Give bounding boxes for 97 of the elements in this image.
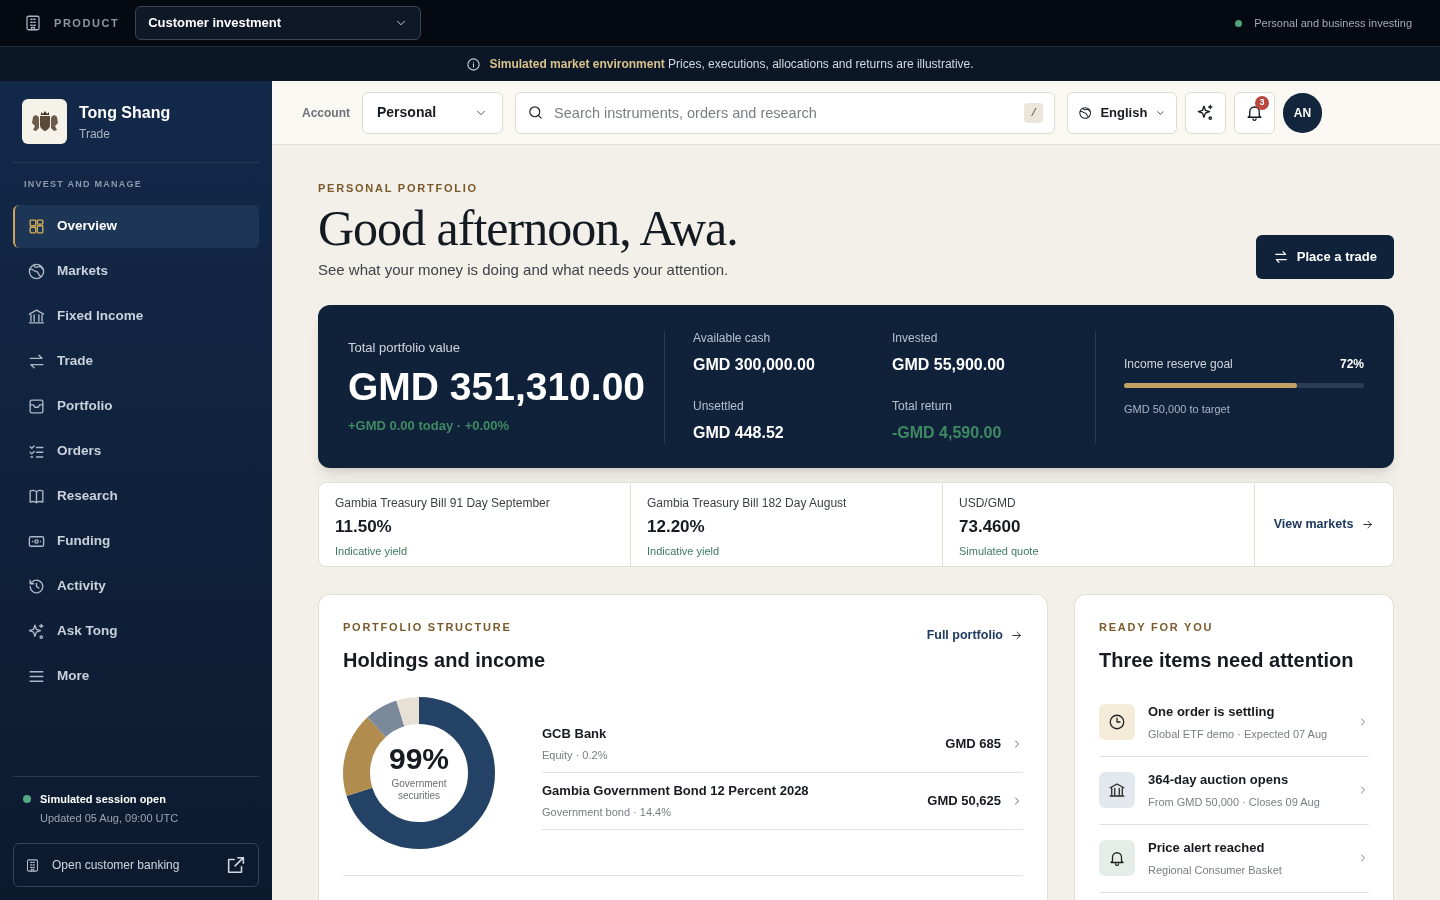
quote-value: 73.4600	[959, 516, 1022, 538]
sidebar-item[interactable]: Ask Tong	[13, 609, 259, 653]
greeting-title: Good afternoon, Awa.	[318, 198, 738, 257]
holding-name: GCB Bank	[542, 724, 608, 743]
stat-value: GMD 448.52	[693, 422, 785, 443]
sidebar-item[interactable]: Orders	[13, 429, 259, 473]
grid-icon	[27, 216, 46, 236]
sidebar-item[interactable]: More	[13, 654, 259, 698]
sidebar-item[interactable]: Portfolio	[13, 384, 259, 428]
globe-icon	[27, 261, 46, 281]
holding-detail: Government bond · 14.4%	[542, 805, 673, 820]
arrows-icon	[1272, 249, 1289, 265]
attention-title: 364-day auction opens	[1148, 771, 1290, 789]
search-icon	[527, 103, 545, 121]
total-label: Total portfolio value	[348, 339, 461, 357]
attention-title: One order is settling	[1148, 703, 1276, 721]
attention-detail: From GMD 50,000 · Closes 09 Aug	[1148, 794, 1321, 810]
holding-detail: Equity · 0.2%	[542, 748, 609, 763]
attention-title: Price alert reached	[1148, 839, 1266, 857]
bell-icon	[1108, 849, 1126, 867]
attention-item[interactable]: One order is settling Global ETF demo · Expected 07 Aug	[1099, 688, 1369, 757]
card-title: Holdings and income	[343, 647, 546, 673]
customer-banking-link[interactable]: Open customer banking	[13, 843, 259, 887]
quote-name: Gambia Treasury Bill 182 Day August	[647, 495, 848, 512]
card-title: Three items need attention	[1099, 647, 1355, 673]
stat-value: -GMD 4,590.00	[892, 422, 1003, 443]
assistant-button[interactable]	[1185, 91, 1227, 134]
history-icon	[27, 576, 46, 596]
session-updated: Updated 05 Aug, 09:00 UTC	[40, 810, 179, 826]
globe-icon	[1078, 104, 1093, 121]
brand-name: Tong Shang	[79, 102, 171, 123]
quote-name: USD/GMD	[959, 495, 1017, 512]
banner-text: Simulated market environment Prices, executions, allocations and returns are illustrative.	[489, 56, 974, 73]
quote-note: Indicative yield	[647, 543, 721, 559]
holding-row[interactable]: GCB Bank Equity · 0.2% GMD 685	[542, 715, 1023, 773]
bank-icon	[1108, 781, 1126, 799]
account-select[interactable]: Personal	[362, 91, 504, 134]
today-change: +GMD 0.00 today · +0.00%	[348, 416, 511, 435]
place-trade-button[interactable]: Place a trade	[1255, 235, 1394, 279]
sparkle-icon	[27, 621, 46, 641]
sidebar-item[interactable]: Research	[13, 474, 259, 518]
holding-row[interactable]: Gambia Government Bond 12 Percent 2028 Government bond · 14.4% GMD 50,625	[542, 772, 1023, 830]
product-label: PRODUCT	[54, 15, 120, 31]
attention-item[interactable]: Price alert reached Regional Consumer Basket	[1099, 824, 1369, 893]
section-label: INVEST AND MANAGE	[23, 178, 144, 191]
external-link-icon	[225, 854, 247, 876]
goal-percent: 72%	[1339, 356, 1364, 374]
total-value: GMD 351,310.00	[348, 363, 646, 410]
eyebrow: PERSONAL PORTFOLIO	[318, 181, 479, 196]
quote-value: 11.50%	[335, 516, 393, 538]
arrow-right-icon	[1361, 518, 1375, 531]
stat-label: Available cash	[693, 329, 772, 347]
info-icon	[466, 56, 482, 72]
holding-value: GMD 685	[945, 734, 1001, 753]
full-portfolio-link[interactable]: Full portfolio	[926, 627, 1023, 643]
sidebar-item[interactable]: Funding	[13, 519, 259, 563]
quote-value: 12.20%	[647, 516, 706, 538]
attention-item[interactable]: 364-day auction opens From GMD 50,000 · Closes 09 Aug	[1099, 756, 1369, 825]
sidebar-item[interactable]: Overview	[13, 204, 259, 248]
building-icon	[25, 857, 40, 873]
tray-icon	[27, 396, 46, 416]
language-select[interactable]: English	[1067, 91, 1178, 134]
quote-note: Simulated quote	[959, 543, 1040, 559]
stat-value: GMD 55,900.00	[892, 354, 1006, 375]
avatar[interactable]: AN	[1283, 92, 1322, 133]
notification-badge: 3	[1255, 95, 1269, 110]
view-markets-link[interactable]: View markets	[1255, 483, 1393, 566]
stat-value: GMD 300,000.00	[693, 354, 816, 375]
quote-note: Indicative yield	[335, 543, 409, 559]
goal-label: Income reserve goal	[1124, 356, 1233, 374]
session-title: Simulated session open	[40, 792, 167, 807]
attention-detail: Regional Consumer Basket	[1148, 862, 1283, 878]
donut-label: Government securities	[390, 778, 448, 802]
holding-name: Gambia Government Bond 12 Percent 2028	[542, 781, 810, 800]
card-eyebrow: READY FOR YOU	[1099, 620, 1215, 635]
quote-name: Gambia Treasury Bill 91 Day September	[335, 495, 551, 512]
sidebar-item[interactable]: Activity	[13, 564, 259, 608]
building-icon	[24, 14, 42, 32]
goal-note: GMD 50,000 to target	[1124, 402, 1231, 418]
account-label: Account	[302, 104, 350, 122]
donut-value: 99%	[388, 743, 449, 775]
stat-label: Invested	[892, 329, 939, 347]
sidebar-item[interactable]: Trade	[13, 339, 259, 383]
notifications-button[interactable]: 3	[1234, 91, 1275, 134]
stat-label: Unsettled	[693, 397, 745, 415]
attention-detail: Global ETF demo · Expected 07 Aug	[1148, 726, 1329, 742]
bank-icon	[27, 306, 46, 326]
card-eyebrow: PORTFOLIO STRUCTURE	[343, 620, 513, 635]
stat-label: Total return	[892, 397, 954, 415]
status-text: Personal and business investing	[1254, 15, 1412, 31]
holding-value: GMD 50,625	[927, 791, 1001, 810]
sidebar-item[interactable]: Fixed Income	[13, 294, 259, 338]
product-select[interactable]: Customer investment	[135, 6, 422, 40]
clock-icon	[1108, 713, 1126, 731]
greeting-subtitle: See what your money is doing and what needs your attention.	[318, 259, 730, 280]
brand-subtitle: Trade	[79, 125, 111, 143]
sidebar-item[interactable]: Markets	[13, 249, 259, 293]
